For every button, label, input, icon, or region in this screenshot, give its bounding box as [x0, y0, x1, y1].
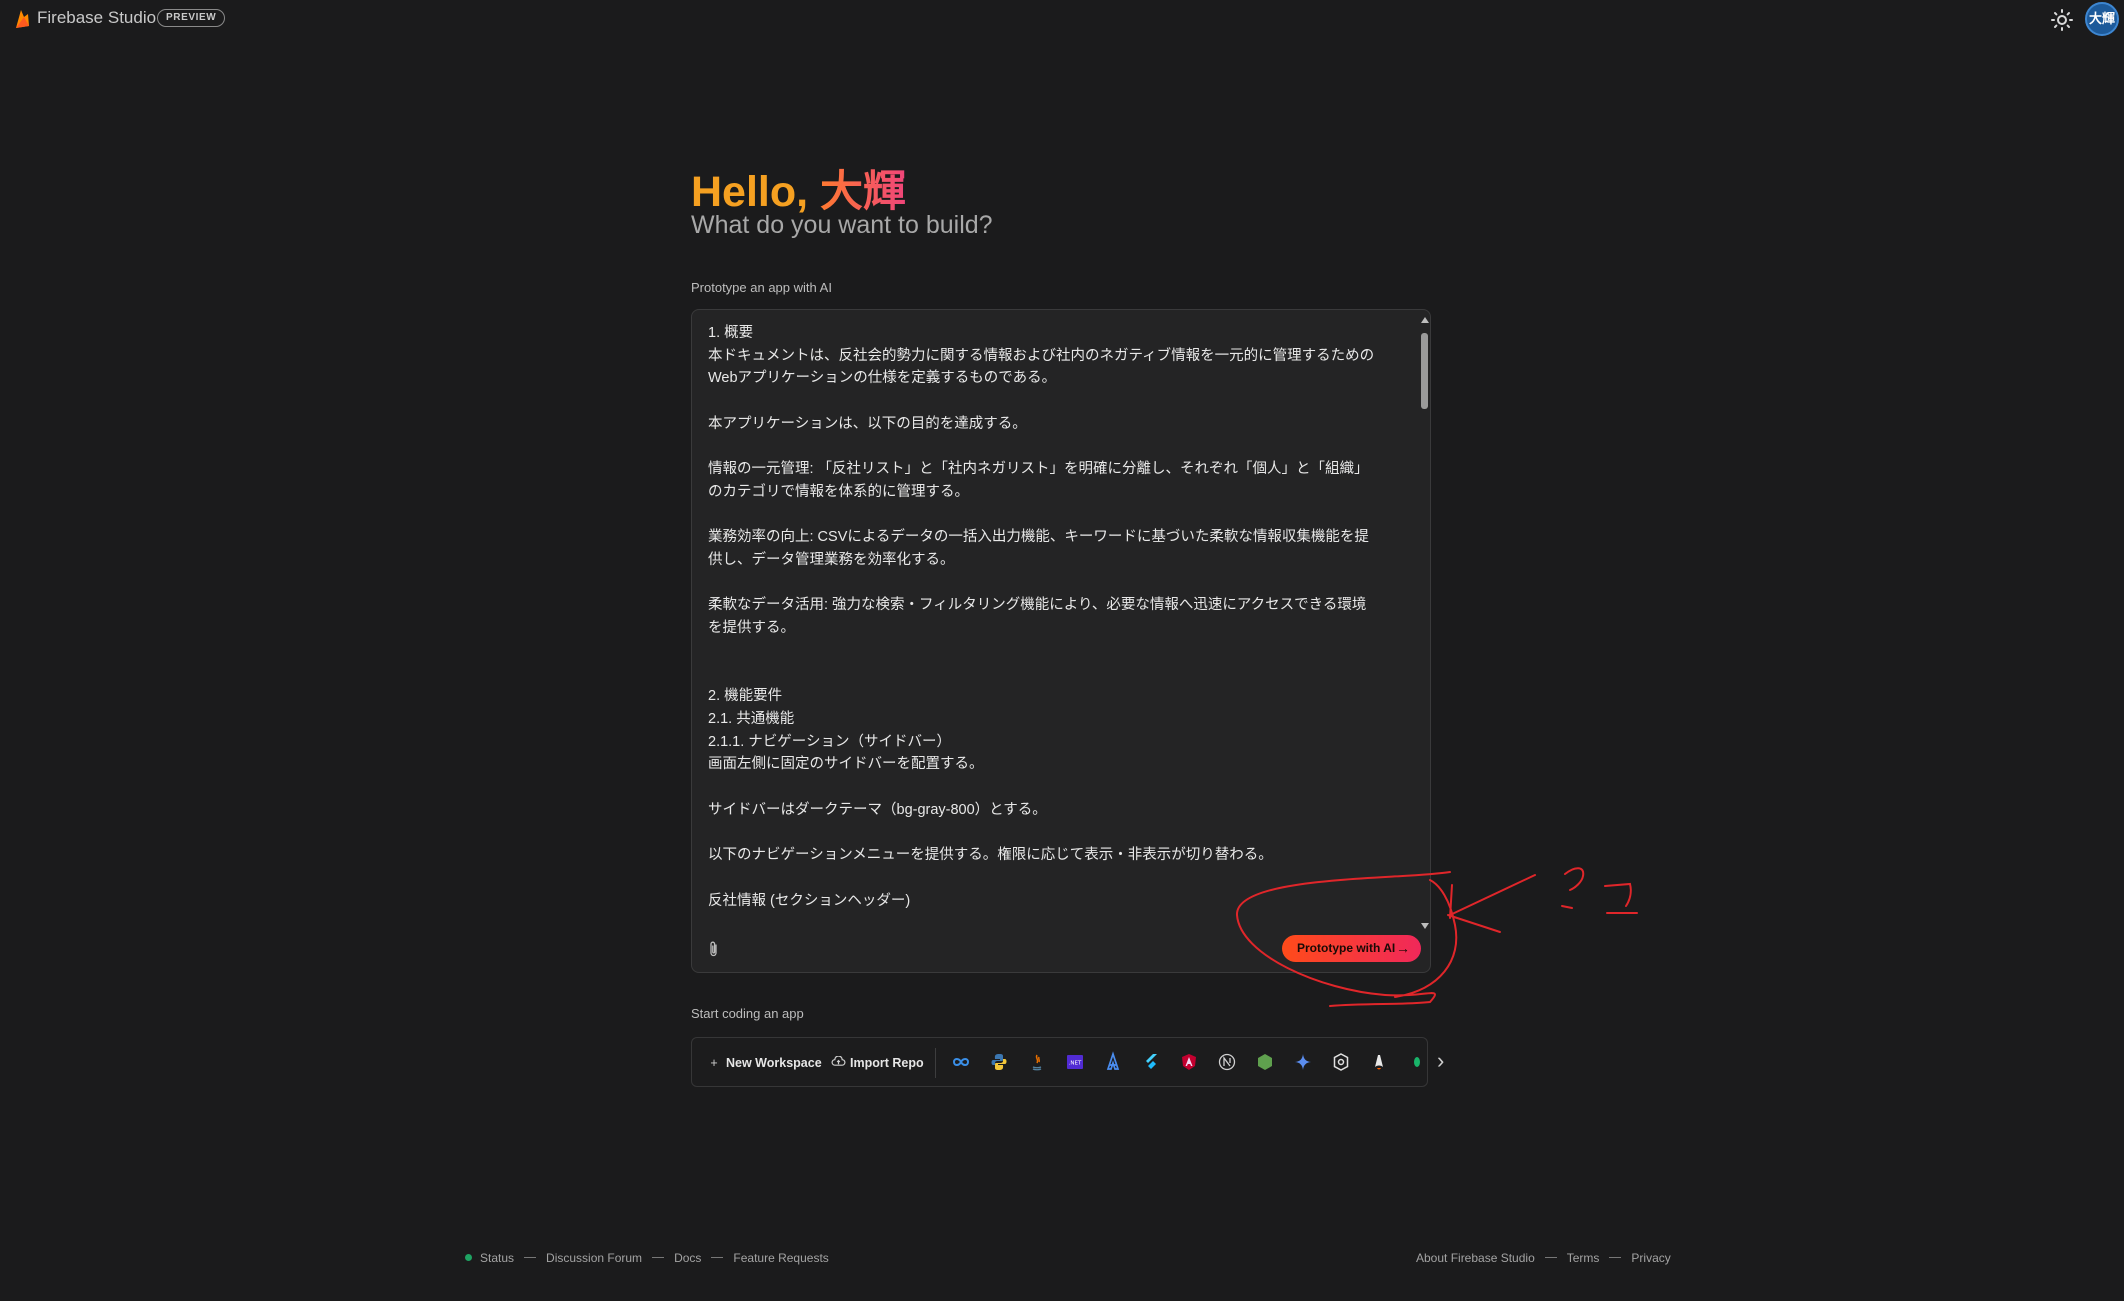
- scroll-up-arrow-icon[interactable]: [1421, 317, 1429, 323]
- footer-about-link[interactable]: About Firebase Studio: [1416, 1251, 1535, 1265]
- status-dot-icon: [465, 1254, 472, 1262]
- go-icon[interactable]: [1406, 1051, 1428, 1073]
- greeting-heading: Hello, 大輝: [691, 157, 906, 219]
- scrollbar-thumb[interactable]: [1421, 333, 1428, 409]
- top-bar: Firebase Studio PREVIEW 大輝: [0, 0, 2124, 38]
- footer-forum-link[interactable]: Discussion Forum: [546, 1251, 642, 1265]
- greeting-user-name: 大輝: [820, 168, 907, 216]
- footer-left-links: Status Discussion Forum Docs Feature Reques…: [465, 1250, 829, 1266]
- nodejs-icon[interactable]: [1254, 1051, 1276, 1073]
- java-icon[interactable]: [1026, 1051, 1048, 1073]
- footer-separator: [652, 1257, 665, 1259]
- footer-separator: [1544, 1257, 1557, 1259]
- .NET-icon[interactable]: .NET: [1064, 1051, 1086, 1073]
- prototype-with-ai-button[interactable]: Prototype with AI →: [1282, 935, 1421, 962]
- nextjs-icon[interactable]: [1216, 1051, 1238, 1073]
- avatar[interactable]: 大輝: [2085, 2, 2119, 36]
- footer-privacy-link[interactable]: Privacy: [1631, 1251, 1670, 1265]
- gemini-icon[interactable]: [1292, 1051, 1314, 1073]
- angular-icon-2[interactable]: [1178, 1051, 1200, 1073]
- openai-icon[interactable]: [1330, 1051, 1352, 1073]
- python-icon[interactable]: [988, 1051, 1010, 1073]
- toolbar-divider: [935, 1048, 936, 1078]
- greeting-hello: Hello,: [691, 168, 821, 216]
- app-title[interactable]: Firebase Studio: [37, 8, 156, 28]
- astro-icon[interactable]: [1368, 1051, 1390, 1073]
- firebase-flame-icon[interactable]: [13, 8, 31, 30]
- footer-docs-link[interactable]: Docs: [674, 1251, 701, 1265]
- chevron-right-icon[interactable]: ›: [1437, 1049, 1451, 1073]
- prototype-button-label: Prototype with AI: [1297, 941, 1396, 955]
- sun-icon[interactable]: [2050, 8, 2074, 32]
- paperclip-icon[interactable]: [707, 940, 721, 958]
- coding-section-label: Start coding an app: [691, 1006, 804, 1021]
- import-repo-label: Import Repo: [850, 1056, 924, 1070]
- coding-toolbar: + New Workspace Import Repo .NET: [691, 1037, 1428, 1087]
- arrow-right-icon: →: [1396, 940, 1410, 956]
- new-workspace-label: New Workspace: [726, 1056, 822, 1070]
- footer-status-link[interactable]: Status: [480, 1251, 514, 1265]
- plus-icon: +: [710, 1056, 718, 1070]
- prompt-panel: 1. 概要 本ドキュメントは、反社会的勢力に関する情報および社内のネガティブ情報…: [691, 309, 1431, 973]
- footer-separator: [1609, 1257, 1622, 1259]
- angular-icon[interactable]: [1102, 1051, 1124, 1073]
- page-subheading: What do you want to build?: [691, 211, 993, 239]
- footer-terms-link[interactable]: Terms: [1567, 1251, 1600, 1265]
- svg-text:.NET: .NET: [1069, 1061, 1082, 1067]
- footer-right-links: About Firebase Studio Terms Privacy: [1416, 1250, 1671, 1266]
- flutter-icon[interactable]: [1140, 1051, 1162, 1073]
- import-repo-button[interactable]: Import Repo: [831, 1051, 924, 1075]
- cloud-icon: [831, 1056, 846, 1066]
- prototype-section-label: Prototype an app with AI: [691, 280, 832, 295]
- prompt-textarea[interactable]: 1. 概要 本ドキュメントは、反社会的勢力に関する情報および社内のネガティブ情報…: [708, 322, 1408, 922]
- footer-feature-requests-link[interactable]: Feature Requests: [733, 1251, 828, 1265]
- preview-badge: PREVIEW: [157, 9, 226, 27]
- scroll-down-arrow-icon[interactable]: [1421, 923, 1429, 929]
- flutter-infinity-icon[interactable]: [950, 1051, 972, 1073]
- footer-separator: [711, 1257, 724, 1259]
- new-workspace-button[interactable]: + New Workspace: [706, 1051, 822, 1075]
- prompt-scrollbar[interactable]: [1419, 313, 1431, 929]
- footer-separator: [524, 1257, 537, 1259]
